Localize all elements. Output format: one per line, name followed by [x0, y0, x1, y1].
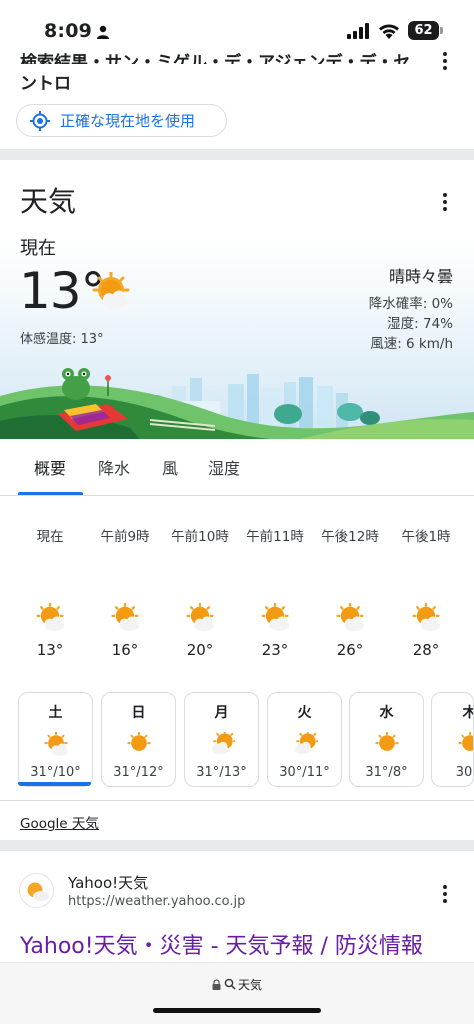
precip-chance: 降水確率: 0%: [368, 296, 453, 312]
feels-like: 体感温度: 13°: [20, 332, 104, 347]
tabs-divider: [0, 495, 474, 496]
day-temp-range: 30°/: [455, 765, 473, 780]
hourly-temp: 13°: [36, 641, 64, 659]
result-site-name[interactable]: Yahoo!天気: [68, 872, 148, 893]
battery-indicator: 62: [408, 21, 439, 40]
tab-overview[interactable]: 概要: [34, 455, 66, 479]
day-name: 木: [432, 702, 474, 722]
cellular-signal-icon: [347, 23, 369, 39]
hourly-time: 午後12時: [321, 529, 379, 545]
more-vert-icon[interactable]: [441, 192, 449, 212]
section-divider: [0, 840, 474, 851]
address-bar-text: 天気: [238, 978, 263, 992]
wifi-icon: [379, 24, 399, 39]
hourly-forecast-item: 午前9時 16°: [88, 525, 162, 659]
weather-condition: 晴時々曇: [388, 267, 453, 286]
hourly-temp: 23°: [261, 641, 289, 659]
tab-wind[interactable]: 風: [162, 455, 178, 479]
hourly-forecast-item: 午後1時 28°: [389, 525, 463, 659]
location-text-line1: 検索結果・サン・ミゲル・デ・アジェンデ・デ・セ: [20, 53, 411, 64]
day-name: 土: [48, 705, 63, 721]
day-name: 日: [131, 705, 146, 721]
daily-forecast-card[interactable]: 土 31°/10°: [18, 692, 93, 787]
partly-sunny-icon: [35, 603, 65, 631]
hourly-time: 午後1時: [401, 529, 451, 545]
section-divider: [0, 149, 474, 160]
daily-forecast-card[interactable]: 月 31°/13°: [184, 692, 259, 787]
location-text-line2: ントロ: [20, 74, 71, 94]
wind-speed: 風速: 6 km/h: [370, 336, 453, 352]
status-time: 8:09: [44, 20, 93, 42]
daily-forecast-card[interactable]: 日 31°/12°: [101, 692, 176, 787]
day-temp-range: 31°/12°: [113, 765, 164, 780]
day-name: 月: [214, 705, 229, 721]
home-indicator[interactable]: [153, 1008, 321, 1013]
sunny-icon: [126, 732, 152, 756]
hourly-time: 午前10時: [171, 529, 229, 545]
partly-sunny-icon: [185, 603, 215, 631]
result-title-link[interactable]: Yahoo!天気・災害 - 天気予報 / 防災情報: [20, 928, 423, 960]
google-weather-link[interactable]: Google 天気: [20, 812, 99, 832]
partly-sunny-icon: [411, 603, 441, 631]
hourly-time: 午前9時: [100, 529, 150, 545]
day-temp-range: 31°/10°: [30, 765, 81, 780]
person-icon: [97, 25, 109, 39]
partly-sunny-icon: [92, 272, 130, 309]
sunny-icon: [374, 732, 400, 756]
hourly-forecast-item: 現在 13°: [13, 525, 87, 659]
weather-title: 天気: [20, 185, 77, 218]
tab-precipitation[interactable]: 降水: [98, 455, 130, 479]
hourly-temp: 16°: [111, 641, 139, 659]
partly-sunny-icon: [260, 603, 290, 631]
hourly-forecast-item: 午前10時 20°: [163, 525, 237, 659]
hourly-temp: 20°: [186, 641, 214, 659]
hourly-forecast-item: 午後12時 26°: [313, 525, 387, 659]
yahoo-weather-favicon: [19, 873, 54, 908]
hourly-temp: 28°: [412, 641, 440, 659]
day-name: 火: [297, 705, 312, 721]
my-location-icon: [30, 111, 50, 131]
address-bar[interactable]: [0, 962, 474, 1024]
sunny-icon: [457, 732, 473, 756]
search-icon: [224, 978, 236, 990]
hourly-time: 現在: [36, 529, 64, 545]
day-temp-range: 31°/8°: [365, 765, 408, 780]
result-url[interactable]: https://weather.yahoo.co.jp: [68, 894, 245, 909]
humidity: 湿度: 74%: [387, 316, 453, 332]
daily-forecast-card[interactable]: 木 30°/: [431, 692, 474, 787]
partly-sunny-icon: [110, 603, 140, 631]
more-vert-icon[interactable]: [441, 884, 449, 904]
battery-cap: [440, 27, 443, 34]
partly-cloudy-icon: [292, 732, 318, 756]
partly-sunny-icon: [335, 603, 365, 631]
selected-day-indicator: [18, 782, 91, 786]
partly-cloudy-icon: [209, 732, 235, 756]
day-temp-range: 31°/13°: [196, 765, 247, 780]
current-label: 現在: [20, 238, 56, 259]
hourly-forecast-item: 午前11時 23°: [238, 525, 312, 659]
use-precise-location-label: 正確な現在地を使用: [60, 112, 196, 130]
partly-sunny-icon: [43, 732, 69, 756]
daily-divider: [0, 800, 474, 801]
day-name: 水: [379, 705, 394, 721]
daily-forecast-card[interactable]: 水 31°/8°: [349, 692, 424, 787]
hourly-temp: 26°: [336, 641, 364, 659]
daily-forecast-card[interactable]: 火 30°/11°: [267, 692, 342, 787]
tab-humidity[interactable]: 湿度: [208, 455, 240, 479]
hourly-time: 午前11時: [246, 529, 304, 545]
day-temp-range: 30°/11°: [279, 765, 330, 780]
more-vert-icon[interactable]: [441, 50, 449, 72]
lock-icon: [212, 979, 221, 990]
